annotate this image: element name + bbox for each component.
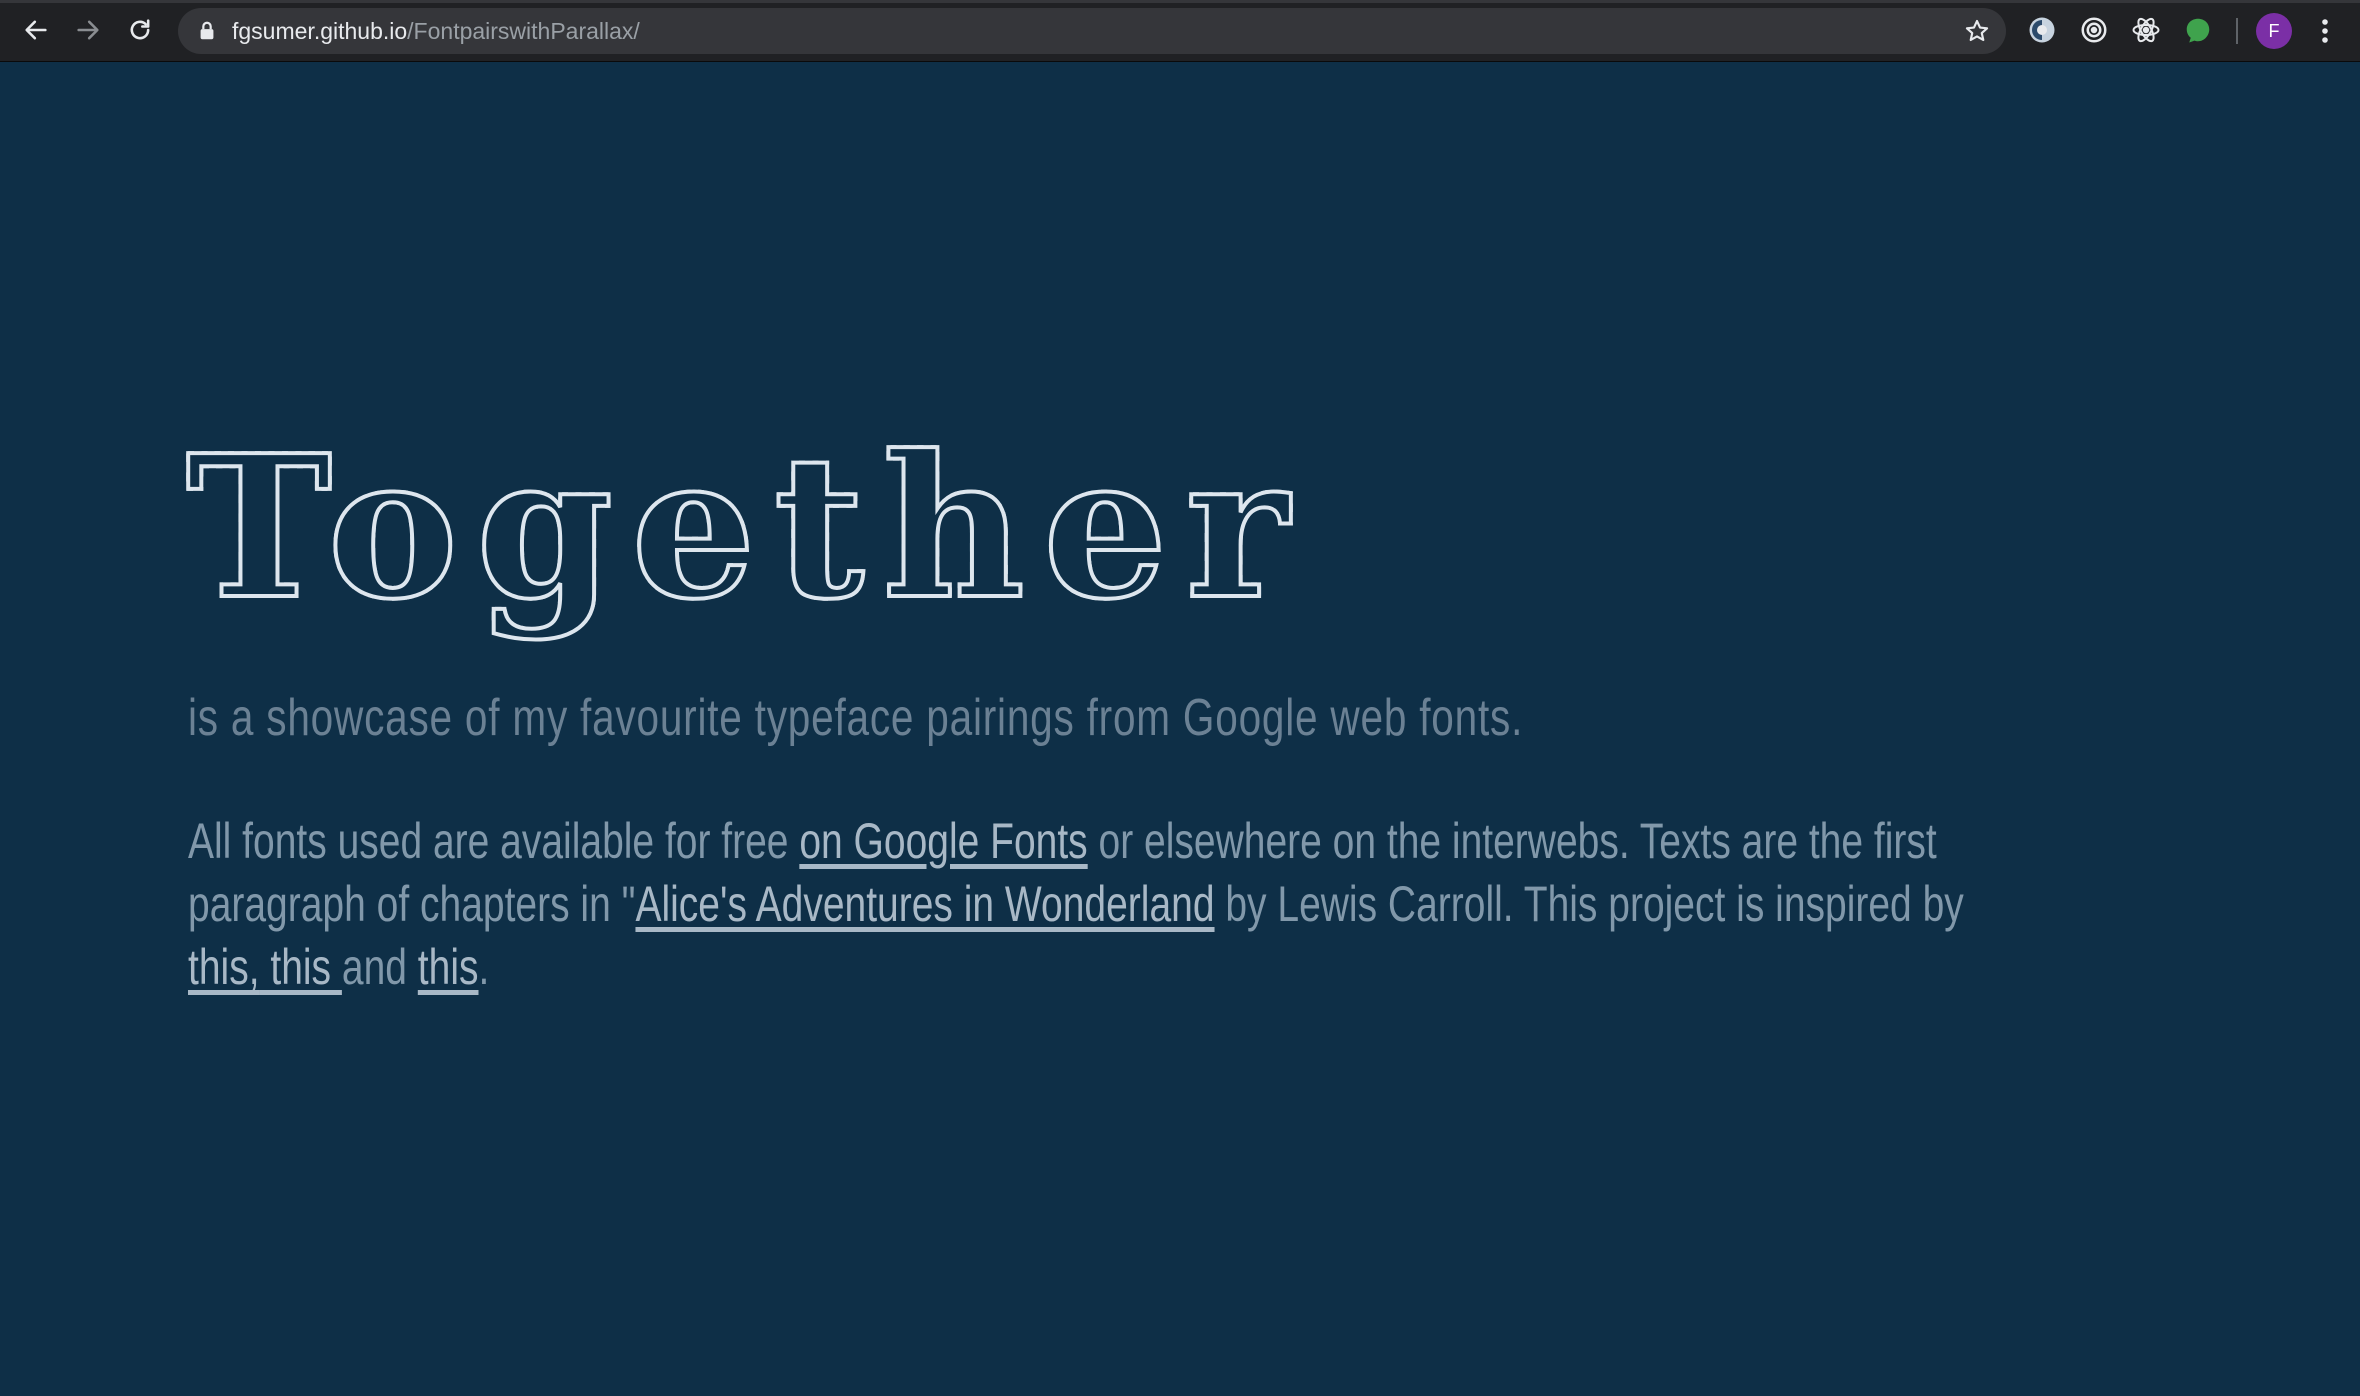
hero-title: Together [184, 413, 1307, 643]
inspiration-link-3[interactable]: this [418, 939, 479, 995]
alice-book-link[interactable]: Alice's Adventures in Wonderland [635, 876, 1214, 932]
page-content: Together is a showcase of my favourite t… [0, 0, 2360, 1334]
desc-text-4: and [341, 939, 418, 995]
desc-text-1: All fonts used are available for free [188, 813, 800, 869]
desc-text-3: by Lewis Carroll. This project is inspir… [1214, 876, 1964, 932]
inspiration-link-1[interactable]: this, [188, 939, 260, 995]
hero-tagline: is a showcase of my favourite typeface p… [188, 689, 1524, 747]
hero-description: All fonts used are available for free on… [188, 810, 2044, 999]
inspiration-link-2[interactable]: this [260, 939, 342, 995]
desc-text-5: . [478, 939, 490, 995]
google-fonts-link[interactable]: on Google Fonts [799, 813, 1087, 869]
